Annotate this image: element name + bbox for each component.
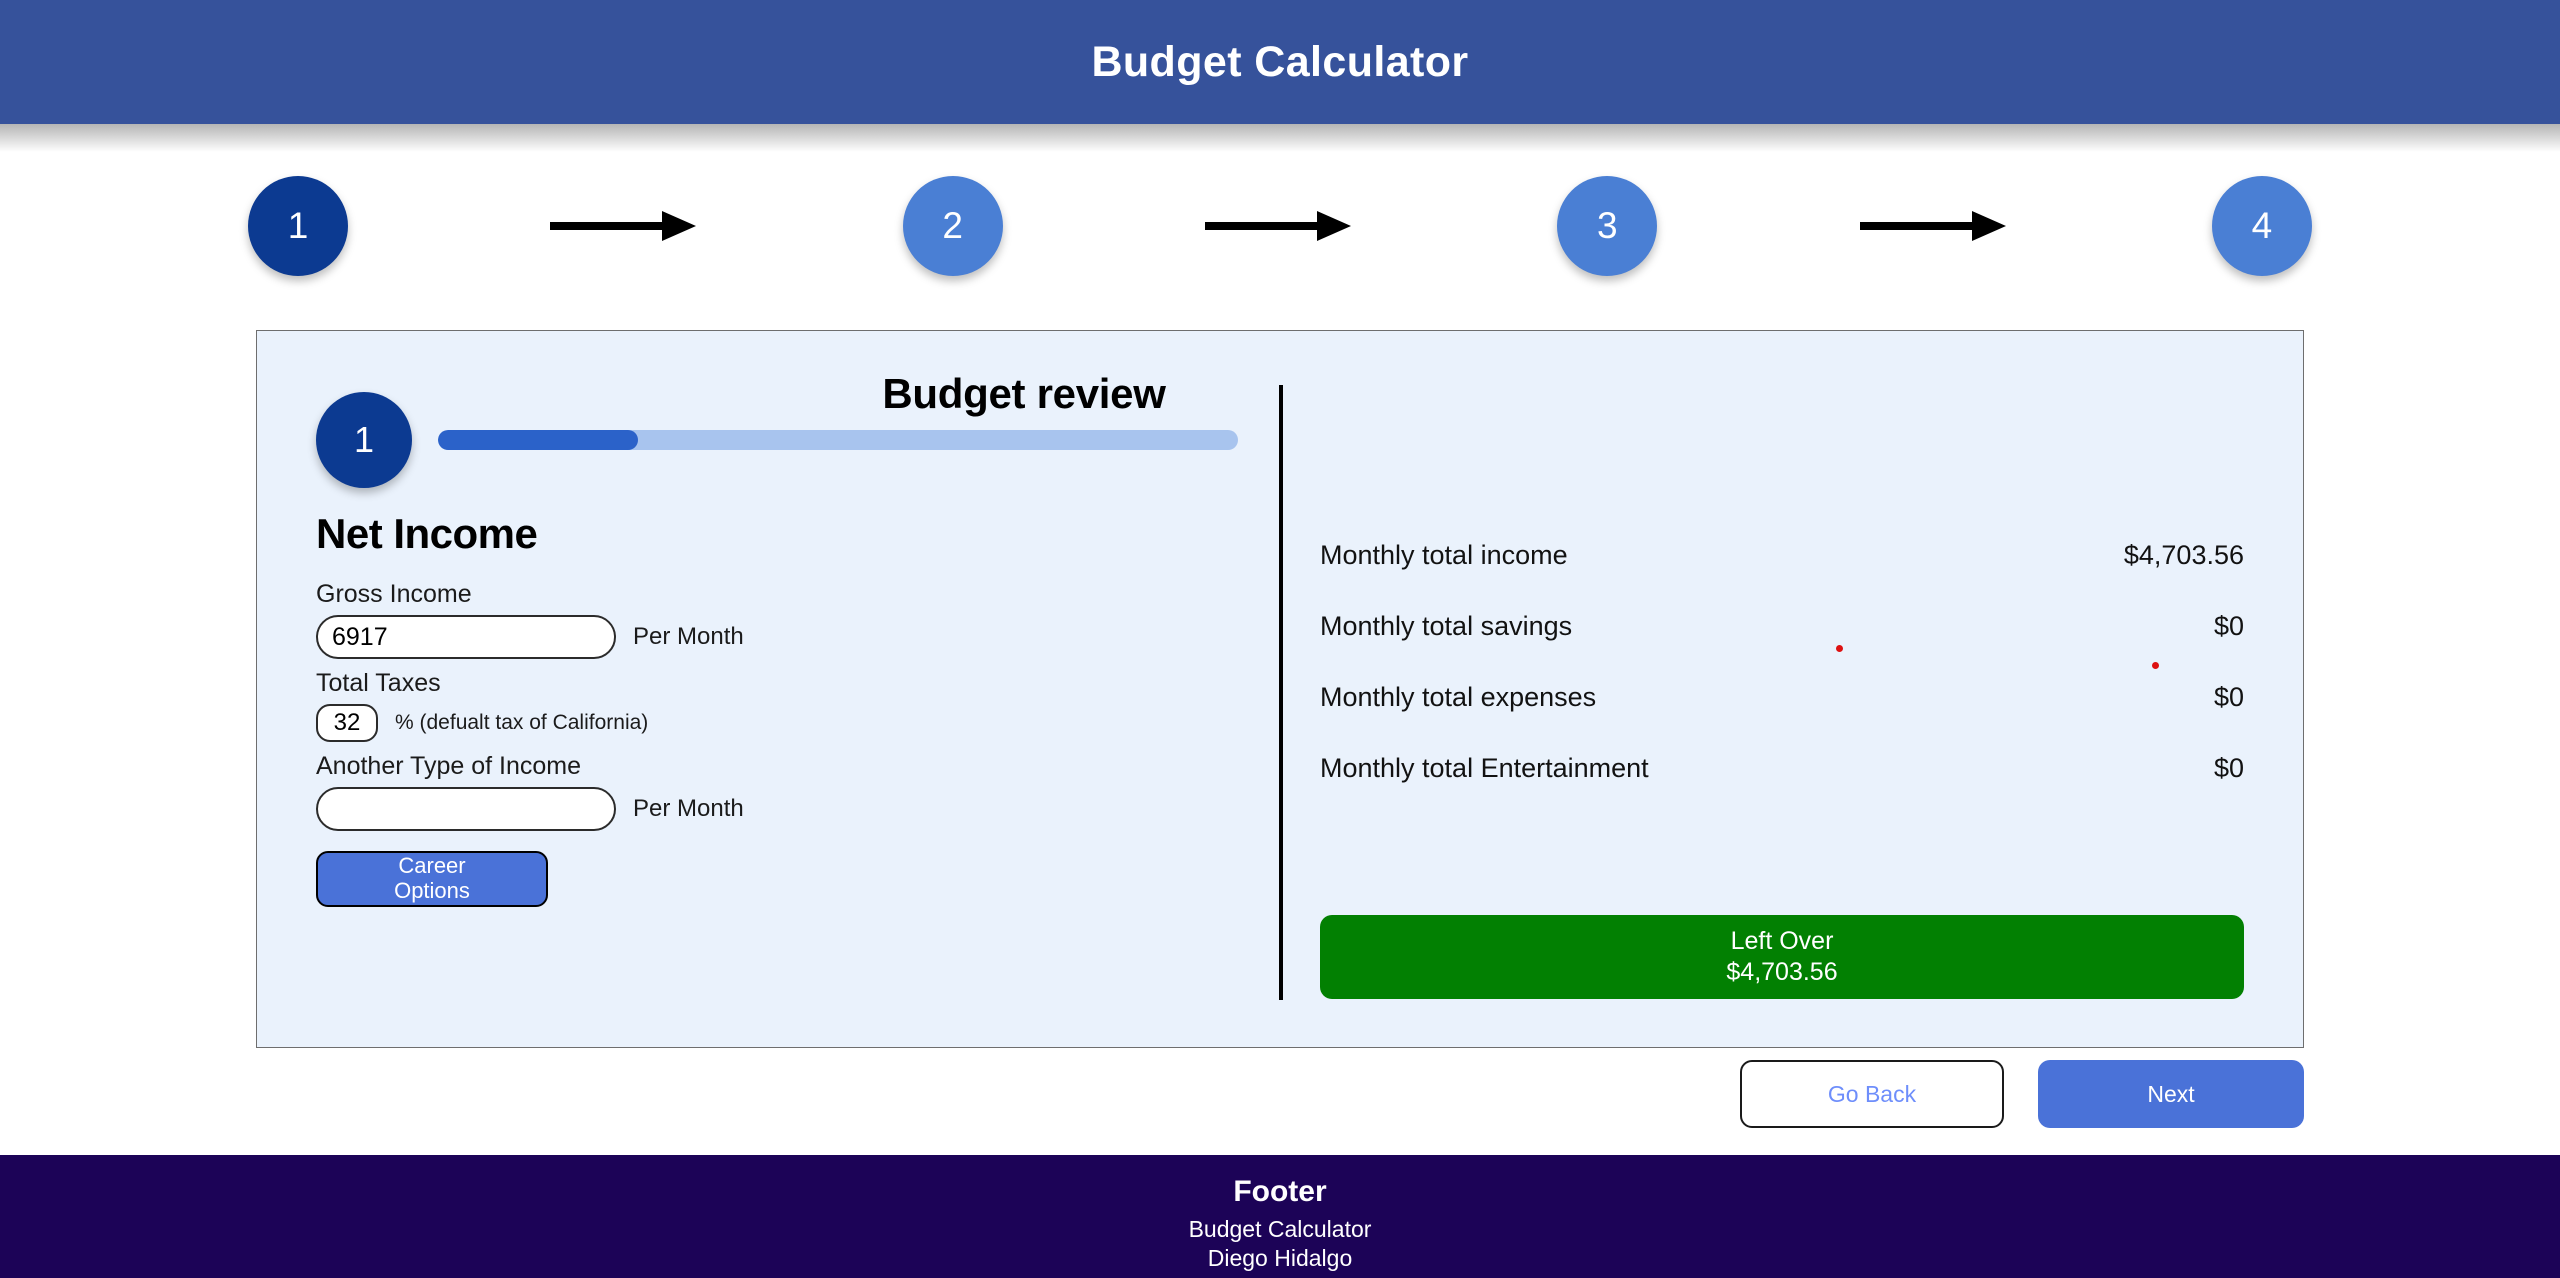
review-row-value: $4,703.56 [2123,540,2244,570]
career-options-button[interactable]: Career Options [316,851,548,907]
arrow-head [1971,211,2006,241]
stepper-step-2-number: 2 [942,205,963,246]
review-row-value: $0 [2213,611,2244,641]
arrow-head [1316,211,1351,241]
footer-author: Diego Hidalgo [1207,1244,1353,1271]
stepper-step-1[interactable]: 1 [248,176,348,276]
left-over-value: $4,703.56 [1726,958,1838,986]
total-taxes-suffix: % (defualt tax of California) [395,711,649,734]
next-button[interactable]: Next [2038,1060,2304,1128]
stepper-step-4-number: 4 [2251,205,2273,246]
arrow-right-icon [1204,206,1355,246]
page-title: Budget Calculator [1091,37,1469,86]
arrow-shaft [1859,222,1978,230]
review-row: Monthly total income $4,703.56 [1320,540,2244,571]
progress-bar-track [438,430,1238,450]
total-taxes-label: Total Taxes [316,669,441,697]
progress-bar-fill [438,430,638,450]
gross-income-label: Gross Income [316,580,472,608]
gross-income-row: Per Month [316,615,744,659]
stepper-step-1-number: 1 [287,205,309,246]
total-taxes-input[interactable] [316,704,378,742]
form-heading: Net Income [316,510,538,557]
career-options-line-1: Career [398,853,466,879]
current-step-number: 1 [353,419,375,460]
budget-review-heading: Budget review [882,370,1166,417]
other-income-label: Another Type of Income [316,752,581,780]
wizard-nav-buttons: Go Back Next [1740,1060,2304,1128]
gross-income-suffix: Per Month [633,623,744,650]
red-marker-dot-icon [2152,662,2159,669]
review-row-label: Monthly total Entertainment [1320,753,1649,783]
arrow-shaft [550,222,669,230]
header-shadow [0,124,2560,152]
other-income-suffix: Per Month [633,795,744,822]
review-row: Monthly total Entertainment $0 [1320,753,2244,784]
career-options-line-2: Options [394,878,470,903]
budget-review-rows: Monthly total income $4,703.56 Monthly t… [1320,540,2244,824]
arrow-right-icon [1859,206,2010,246]
left-over-label: Left Over [1730,926,1834,955]
stepper-step-2[interactable]: 2 [902,176,1003,276]
footer-title: Footer [1233,1175,1327,1208]
review-row-value: $0 [2213,753,2244,783]
review-row: Monthly total savings $0 [1320,611,2244,642]
total-taxes-row: % (defualt tax of California) [316,704,744,742]
app-footer: Footer Budget Calculator Diego Hidalgo [0,1155,2560,1278]
gross-income-input[interactable] [316,615,616,659]
step-indicator-bar: 1 2 3 4 [248,176,2312,276]
stepper-step-3-number: 3 [1597,205,1618,246]
arrow-head [662,211,697,241]
review-row: Monthly total expenses $0 [1320,682,2244,713]
review-row-label: Monthly total income [1320,540,1568,570]
panel-divider [1279,385,1283,1000]
go-back-button[interactable]: Go Back [1740,1060,2004,1128]
other-income-row: Per Month [316,787,744,831]
other-income-input[interactable] [316,787,616,831]
app-header: Budget Calculator [0,0,2560,124]
footer-app-name: Budget Calculator [1188,1216,1372,1242]
stepper-step-3[interactable]: 3 [1557,176,1658,276]
left-over-summary: Left Over $4,703.56 [1320,915,2244,999]
arrow-right-icon [550,206,700,246]
red-marker-dot-icon [1836,645,1843,652]
review-row-value: $0 [2213,682,2244,712]
stepper-step-4[interactable]: 4 [2211,176,2312,276]
review-row-label: Monthly total savings [1320,611,1573,641]
form-area: Net Income Gross Income Per Month Total … [316,510,744,907]
arrow-shaft [1204,222,1323,230]
review-row-label: Monthly total expenses [1320,682,1597,712]
